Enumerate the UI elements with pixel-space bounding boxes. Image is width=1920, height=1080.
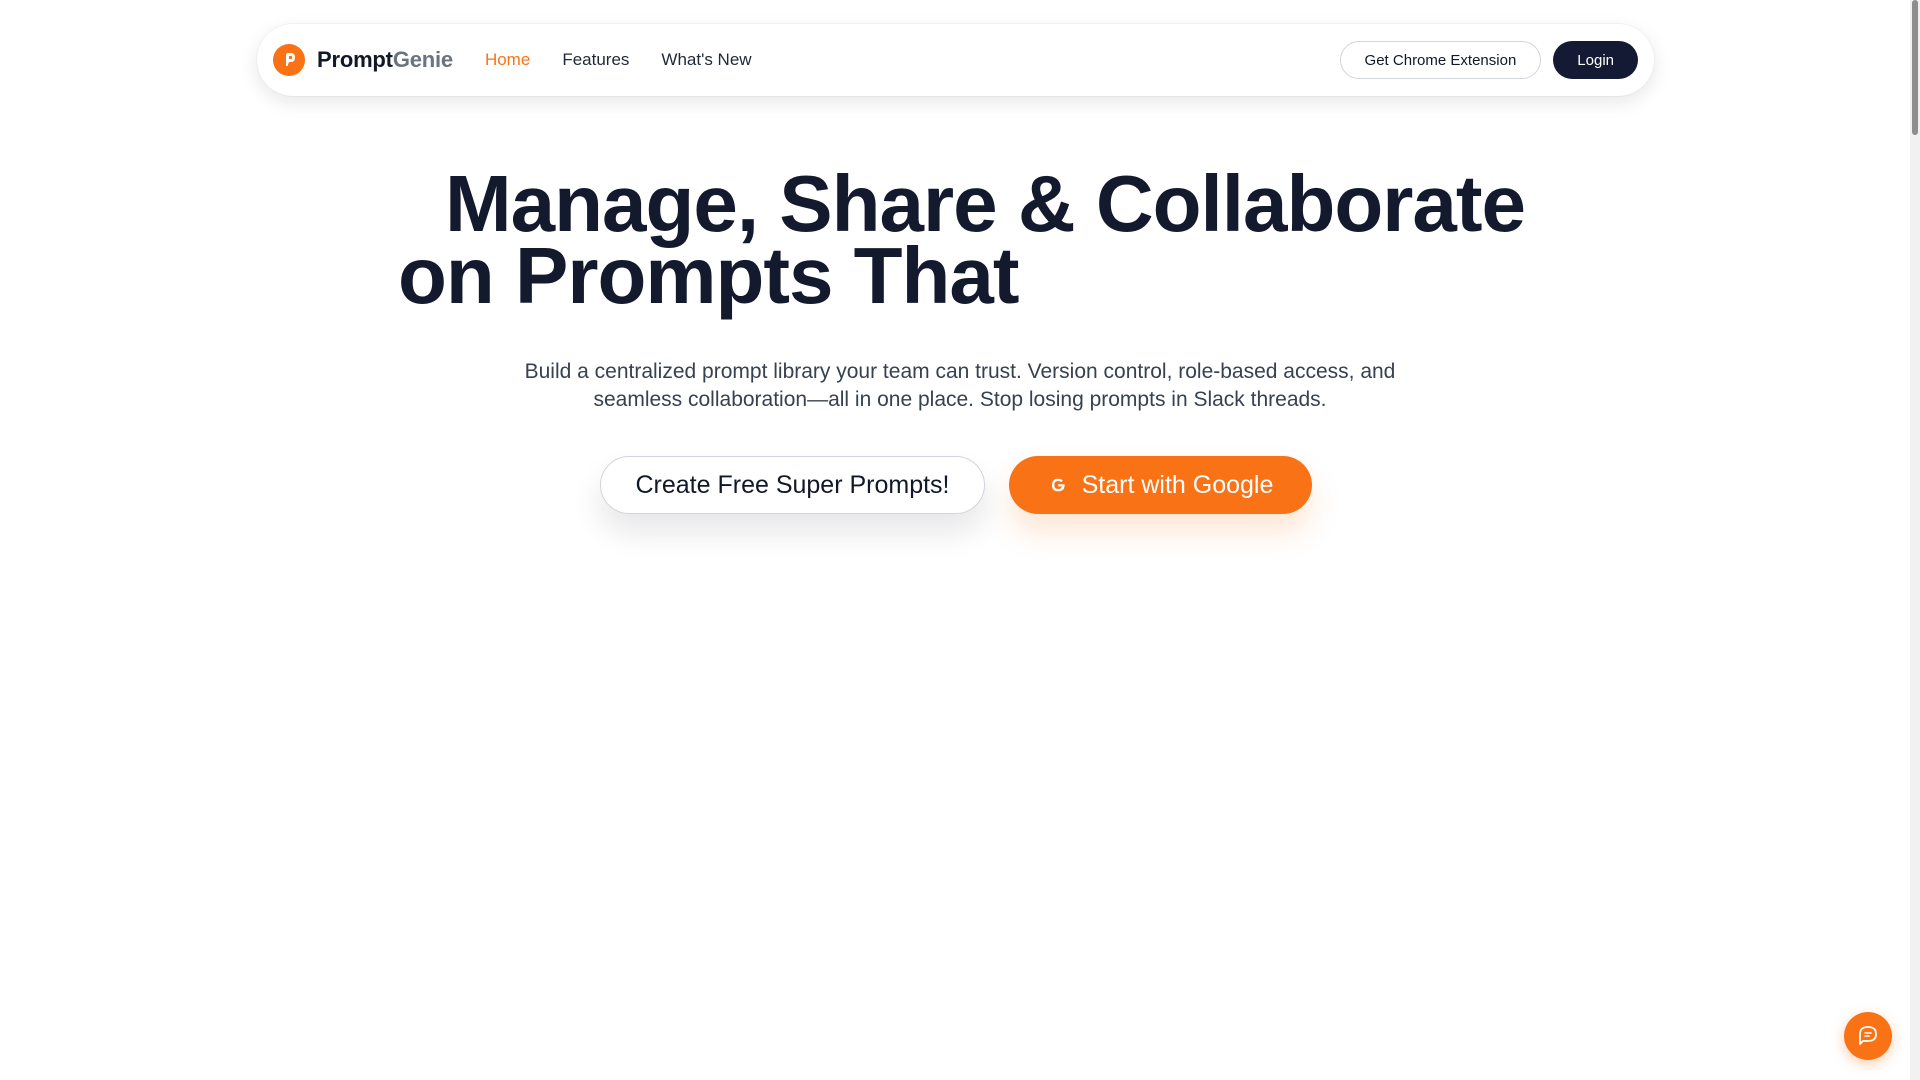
nav-links: Home Features What's New (485, 50, 752, 70)
chat-bubble-icon (1855, 1022, 1881, 1051)
hero-cta-row: Create Free Super Prompts! Start with Go… (0, 456, 1920, 516)
start-with-google-button[interactable]: Start with Google (1009, 456, 1312, 514)
brand-name-prompt: Prompt (317, 47, 393, 72)
brand-name: PromptGenie (317, 47, 453, 73)
brand-logo-link[interactable]: PromptGenie (273, 44, 453, 76)
start-with-google-label: Start with Google (1081, 470, 1274, 499)
nav-link-home[interactable]: Home (485, 50, 530, 70)
page: PromptGenie Home Features What's New Get… (0, 0, 1920, 1080)
hero-title-line1: Manage, Share & Collaborate (445, 159, 1526, 248)
hero-subtitle-line2: seamless collaboration—all in one place.… (593, 388, 1327, 411)
top-navbar: PromptGenie Home Features What's New Get… (257, 24, 1654, 96)
google-g-icon (1048, 475, 1068, 495)
page-scrollbar[interactable] (1910, 0, 1920, 1080)
hero-title-line2: on Prompts That (398, 231, 1020, 320)
brand-name-genie: Genie (392, 47, 453, 72)
chat-widget-button[interactable] (1844, 1012, 1892, 1060)
nav-link-whats-new[interactable]: What's New (661, 50, 751, 70)
hero-subtitle-line1: Build a centralized prompt library your … (524, 360, 1396, 383)
promptgenie-logo-icon (273, 44, 305, 76)
create-free-super-prompts-button[interactable]: Create Free Super Prompts! (600, 456, 985, 514)
create-free-super-prompts-label: Create Free Super Prompts! (635, 470, 950, 499)
scrollbar-thumb[interactable] (1912, 0, 1918, 135)
login-button[interactable]: Login (1553, 41, 1638, 79)
nav-actions: Get Chrome Extension Login (1339, 41, 1638, 79)
get-chrome-extension-button[interactable]: Get Chrome Extension (1339, 41, 1542, 79)
hero-title: Manage, Share & Collaborate on Prompts T… (398, 159, 1528, 320)
hero-subtitle: Build a centralized prompt library your … (460, 358, 1460, 414)
nav-link-features[interactable]: Features (562, 50, 629, 70)
